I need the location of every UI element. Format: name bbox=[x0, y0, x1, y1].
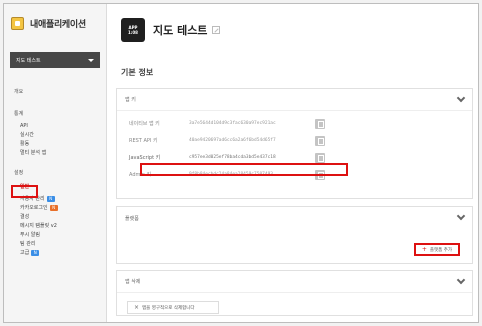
new-badge-icon: N bbox=[31, 249, 40, 256]
sidebar-item-payment[interactable]: 결성 bbox=[4, 212, 106, 221]
main-content: APP 1:08 지도 테스트 기본 정보 앱 키 네이티브 앱 키 3a7e5… bbox=[107, 4, 478, 322]
app-icon-sub: 1:08 bbox=[128, 30, 138, 35]
edit-icon[interactable] bbox=[212, 26, 221, 34]
sidebar-item-push[interactable]: 푸시 알림 bbox=[4, 230, 106, 239]
copy-icon[interactable] bbox=[315, 135, 325, 146]
platform-header[interactable]: 플랫폼 bbox=[117, 207, 472, 229]
key-label: REST API 키 bbox=[129, 138, 158, 144]
panel-title: 앱 삭제 bbox=[125, 279, 141, 285]
add-platform-label: 플랫폼 추가 bbox=[429, 247, 452, 253]
app-selector-value: 지도 테스트 bbox=[16, 57, 41, 64]
panel-title: 앱 키 bbox=[125, 97, 136, 103]
sidebar-item-advanced[interactable]: 고급 N bbox=[4, 248, 106, 257]
app-logo-icon bbox=[11, 16, 24, 30]
copy-icon[interactable] bbox=[315, 118, 325, 129]
sidebar-item-kakao-login[interactable]: 카카오로그인 N bbox=[4, 203, 106, 212]
key-value[interactable]: 40ae9420697ad6cc6a2a6f6bd54d65f7 bbox=[189, 138, 309, 143]
key-row-native: 네이티브 앱 키 3a7e5644d104d9c3fac630a97ec921a… bbox=[117, 115, 472, 132]
key-value[interactable]: 3a7e5644d104d9c3fac630a97ec921ac bbox=[189, 121, 309, 126]
section-title: 기본 정보 bbox=[121, 68, 154, 77]
key-label: JavaScript 키 bbox=[129, 155, 161, 161]
close-icon: × bbox=[134, 304, 140, 311]
highlight-box bbox=[140, 163, 348, 176]
sidebar-item-api[interactable]: API bbox=[4, 121, 106, 130]
sidebar-section-settings[interactable]: 설정 bbox=[4, 169, 106, 176]
sidebar-item-label: 카카오로그인 bbox=[20, 205, 48, 211]
sidebar-item-activity[interactable]: 활동 bbox=[4, 139, 106, 148]
sidebar-section-stats[interactable]: 통계 bbox=[4, 110, 106, 117]
key-row-rest: REST API 키 40ae9420697ad6cc6a2a6f6bd54d6… bbox=[117, 132, 472, 149]
brand-title: 내애플리케이션 bbox=[30, 19, 86, 30]
sidebar: 내애플리케이션 지도 테스트 개요 통계 API 실시간 활동 멀티 분석 앱 … bbox=[4, 4, 107, 322]
new-badge-icon: N bbox=[46, 195, 55, 202]
sidebar-item-label: 고급 bbox=[20, 250, 30, 256]
caret-down-icon bbox=[88, 58, 94, 62]
platform-panel: 플랫폼 + 플랫폼 추가 bbox=[116, 206, 473, 264]
new-badge-icon: N bbox=[49, 204, 58, 211]
app-icon: APP 1:08 bbox=[121, 18, 145, 42]
sidebar-item-overview[interactable]: 개요 bbox=[4, 88, 106, 95]
delete-app-button[interactable]: × 앱을 영구적으로 삭제합니다 bbox=[127, 301, 219, 314]
chevron-down-icon[interactable] bbox=[456, 275, 466, 284]
brand[interactable]: 내애플리케이션 bbox=[4, 4, 106, 42]
window: 내애플리케이션 지도 테스트 개요 통계 API 실시간 활동 멀티 분석 앱 … bbox=[3, 3, 479, 323]
key-label: 네이티브 앱 키 bbox=[129, 121, 160, 127]
sidebar-item-message-template[interactable]: 메시지 템플릿 v2 bbox=[4, 221, 106, 230]
chevron-down-icon[interactable] bbox=[456, 93, 466, 102]
delete-app-header[interactable]: 앱 삭제 bbox=[117, 271, 472, 293]
app-keys-header[interactable]: 앱 키 bbox=[117, 89, 472, 111]
sidebar-item-realtime[interactable]: 실시간 bbox=[4, 130, 106, 139]
plus-icon: + bbox=[421, 246, 427, 253]
key-value[interactable]: c957ee3d025ef78ba4cda3bd5e437c18 bbox=[189, 155, 309, 160]
add-platform-button[interactable]: + 플랫폼 추가 bbox=[413, 243, 460, 256]
app-header: APP 1:08 지도 테스트 bbox=[121, 18, 221, 42]
sidebar-item-team[interactable]: 팀 관리 bbox=[4, 239, 106, 248]
delete-app-label: 앱을 영구적으로 삭제합니다 bbox=[142, 305, 195, 311]
panel-title: 플랫폼 bbox=[125, 215, 139, 222]
highlight-box bbox=[11, 185, 38, 198]
chevron-down-icon[interactable] bbox=[456, 211, 466, 221]
app-selector[interactable]: 지도 테스트 bbox=[10, 52, 100, 68]
delete-app-panel: 앱 삭제 × 앱을 영구적으로 삭제합니다 bbox=[116, 270, 473, 316]
page-title: 지도 테스트 bbox=[153, 24, 208, 37]
sidebar-item-multi-analysis[interactable]: 멀티 분석 앱 bbox=[4, 148, 106, 157]
copy-icon[interactable] bbox=[315, 152, 325, 163]
app-keys-panel: 앱 키 네이티브 앱 키 3a7e5644d104d9c3fac630a97ec… bbox=[116, 88, 473, 199]
